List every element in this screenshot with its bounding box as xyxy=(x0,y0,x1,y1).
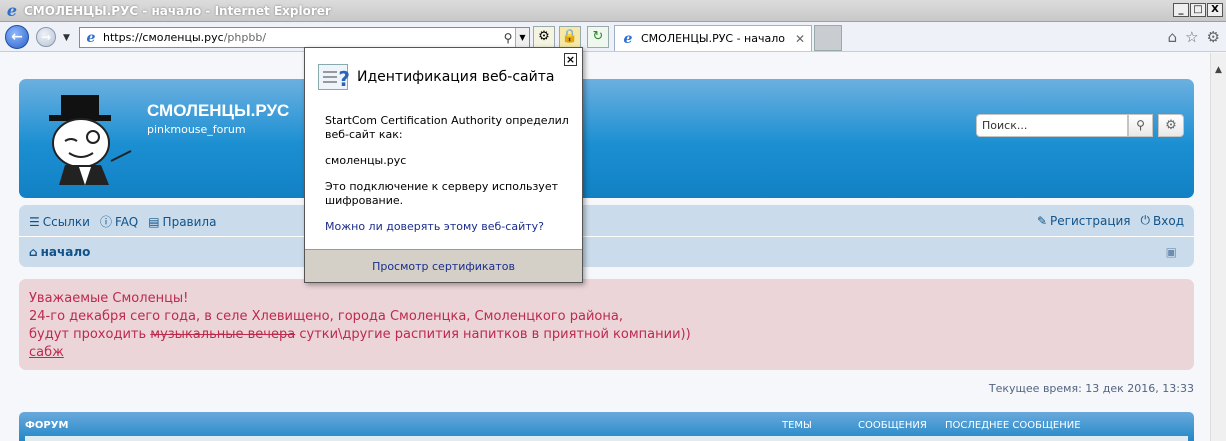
browser-right-icons: ⌂ ☆ ⚙ xyxy=(1168,28,1220,46)
advanced-search-gear-icon[interactable]: ⚙ xyxy=(1158,114,1184,137)
announcement-link[interactable]: сабж xyxy=(29,345,64,360)
close-button[interactable]: X xyxy=(1207,3,1223,17)
tab-page-icon: e xyxy=(623,30,633,47)
back-button[interactable]: ← xyxy=(5,25,29,49)
nav-item-rules[interactable]: ▤ Правила xyxy=(148,213,216,230)
window-title: СМОЛЕНЦЫ.РУС - начало - Internet Explore… xyxy=(24,3,331,18)
view-certificates-link[interactable]: Просмотр сертификатов xyxy=(305,249,582,282)
col-posts: Сообщения xyxy=(858,420,927,431)
popup-site-name: смоленцы.рус xyxy=(325,154,407,167)
trust-site-link[interactable]: Можно ли доверять этому веб-сайту? xyxy=(325,220,544,233)
announcement-line-2: 24-го декабря сего года, в селе Хлевищен… xyxy=(29,309,623,324)
nav-links: ☰ Ссылки ⓘ FAQ ▤ Правила xyxy=(29,213,216,230)
address-bar[interactable]: e https://смоленцы.рус/phpbb/ ⚲ ▼ xyxy=(79,27,530,48)
login-link[interactable]: ⏻ Вход xyxy=(1141,213,1184,228)
maximize-button[interactable]: □ xyxy=(1190,3,1206,17)
popup-close-button[interactable]: × xyxy=(564,53,577,66)
nav-right: ✎ Регистрация ⏻ Вход xyxy=(1037,213,1184,228)
tab-title: СМОЛЕНЦЫ.РУС - начало xyxy=(641,32,785,45)
favorites-star-icon[interactable]: ☆ xyxy=(1185,28,1198,46)
minimize-button[interactable]: _ xyxy=(1173,3,1189,17)
announcement: Уважаемые Смоленцы! 24-го декабря сего г… xyxy=(19,279,1194,370)
announcement-line-3: будут проходить музыкальные вечера сутки… xyxy=(29,327,691,342)
history-dropdown-icon[interactable]: ▼ xyxy=(63,33,70,43)
forum-table-header: Форум Темы Сообщения Последнее сообщение xyxy=(19,412,1194,441)
nav-item-faq[interactable]: ⓘ FAQ xyxy=(100,213,138,230)
site-identity-popup: × ? Идентификация веб-сайта StartCom Cer… xyxy=(304,47,583,283)
gear-icon[interactable]: ⚙ xyxy=(1207,28,1220,46)
site-logo-icon[interactable] xyxy=(39,91,135,187)
address-dropdown-icon[interactable]: ▼ xyxy=(515,28,529,47)
tab-active[interactable]: e СМОЛЕНЦЫ.РУС - начало ✕ xyxy=(614,25,812,51)
col-forum: Форум xyxy=(25,420,69,431)
refresh-icon[interactable]: ↻ xyxy=(587,26,609,48)
window-controls: _ □ X xyxy=(1173,3,1223,17)
site-title[interactable]: СМОЛЕНЦЫ.РУС xyxy=(147,101,289,121)
announcement-line-1: Уважаемые Смоленцы! xyxy=(29,291,189,306)
compatibility-view-icon[interactable]: ⚙ xyxy=(533,26,555,48)
register-link[interactable]: ✎ Регистрация xyxy=(1037,213,1131,228)
popup-title: Идентификация веб-сайта xyxy=(357,69,555,85)
document-icon: ▤ xyxy=(148,214,160,229)
compact-view-icon[interactable]: ▣ xyxy=(1166,245,1177,259)
lock-icon[interactable]: 🔒 xyxy=(559,26,581,48)
pencil-icon: ✎ xyxy=(1036,213,1048,228)
nav-panel: ☰ Ссылки ⓘ FAQ ▤ Правила ✎ Регистрация ⏻ Вход… xyxy=(19,205,1194,267)
question-icon: ⓘ xyxy=(99,215,112,229)
home-icon[interactable]: ⌂ xyxy=(1168,28,1178,46)
forum-header: СМОЛЕНЦЫ.РУС pinkmouse_forum Поиск... ⚲ … xyxy=(19,79,1194,198)
vertical-scrollbar[interactable]: ▲ xyxy=(1210,53,1226,441)
breadcrumb[interactable]: ⌂ начало xyxy=(29,245,90,259)
menu-icon: ☰ xyxy=(29,214,40,229)
col-topics: Темы xyxy=(782,420,812,431)
window-titlebar: e СМОЛЕНЦЫ.РУС - начало - Internet Explo… xyxy=(0,0,1226,22)
page-viewport: СМОЛЕНЦЫ.РУС pinkmouse_forum Поиск... ⚲ … xyxy=(0,53,1210,441)
ie-logo-icon: e xyxy=(6,0,18,20)
nav-divider xyxy=(19,236,1194,237)
certificate-question-icon: ? xyxy=(318,64,350,91)
popup-issuer-text: StartCom Certification Authority определ… xyxy=(325,114,569,141)
scroll-up-icon[interactable]: ▲ xyxy=(1211,65,1226,75)
site-description: pinkmouse_forum xyxy=(147,123,246,136)
home-icon: ⌂ xyxy=(29,245,38,259)
search-icon[interactable]: ⚲ xyxy=(501,31,515,45)
tab-close-icon[interactable]: ✕ xyxy=(795,32,805,46)
col-last-post: Последнее сообщение xyxy=(945,420,1081,431)
power-icon: ⏻ xyxy=(1140,213,1151,227)
current-time: Текущее время: 13 дек 2016, 13:33 xyxy=(988,382,1194,395)
forward-button[interactable]: → xyxy=(36,27,56,47)
url-text[interactable]: https://смоленцы.рус/phpbb/ xyxy=(103,31,501,44)
search-button[interactable]: ⚲ xyxy=(1128,114,1153,137)
search-input[interactable]: Поиск... xyxy=(976,114,1128,137)
popup-encryption-text: Это подключение к серверу использует шиф… xyxy=(325,180,558,207)
new-tab-button[interactable] xyxy=(814,25,842,51)
browser-navbar: ← → ▼ e https://смоленцы.рус/phpbb/ ⚲ ▼ … xyxy=(0,22,1226,52)
forum-row[interactable] xyxy=(25,436,1188,441)
page-icon: e xyxy=(86,29,96,46)
nav-item-links[interactable]: ☰ Ссылки xyxy=(29,213,90,230)
